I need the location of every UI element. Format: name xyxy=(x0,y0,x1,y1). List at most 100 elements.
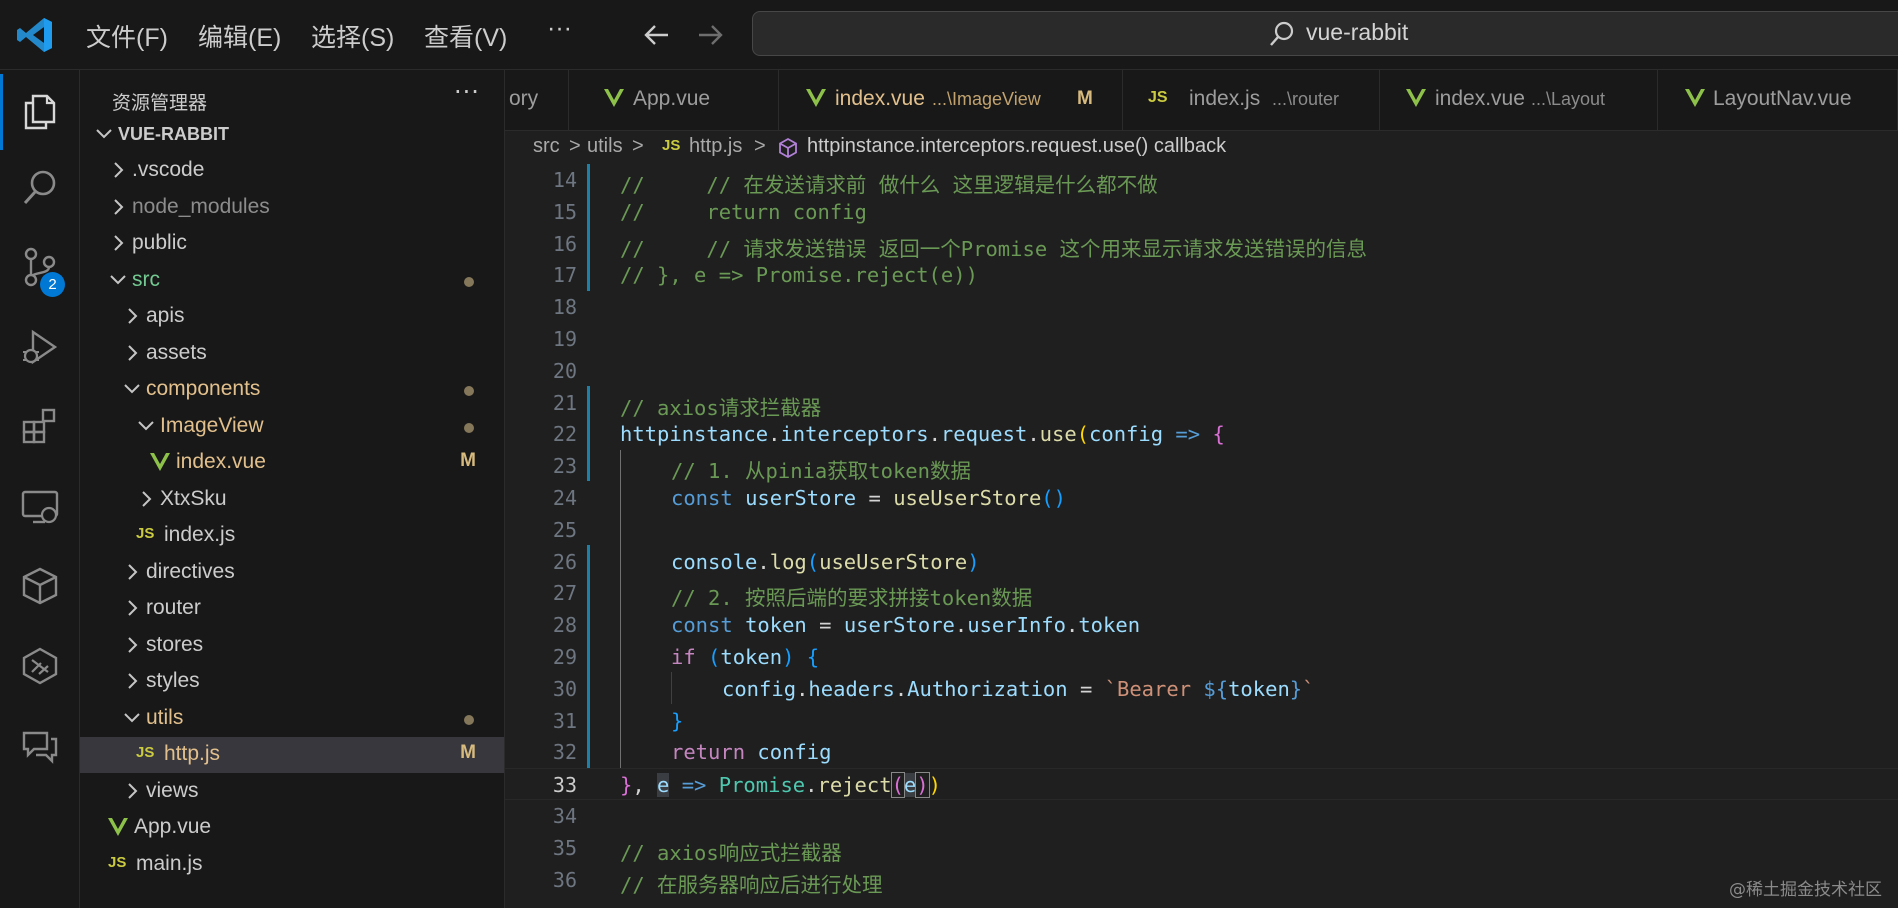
line-number: 17 xyxy=(552,263,577,288)
tree-folder-utils[interactable]: utils xyxy=(80,701,504,737)
tab-app-vue[interactable]: App.vue xyxy=(569,70,779,130)
tree-file-app-vue[interactable]: App.vue xyxy=(80,810,504,846)
explorer-root-folder[interactable]: VUE-RABBIT xyxy=(80,117,504,153)
tree-item-label: node_modules xyxy=(132,195,270,218)
code-token: console xyxy=(671,549,758,574)
tree-item-label: styles xyxy=(146,669,200,692)
line-number: 32 xyxy=(552,740,577,765)
run-debug-icon[interactable] xyxy=(19,326,61,368)
code-token: => xyxy=(669,773,719,798)
tree-folder-imageview[interactable]: ImageView xyxy=(80,409,504,445)
tree-file-http-js[interactable]: JS http.js M xyxy=(80,737,504,773)
tree-item-label: index.vue xyxy=(176,450,266,473)
tab-modified-flag: M xyxy=(1077,88,1093,109)
breadcrumb-symbol[interactable]: httpinstance.interceptors.request.use() … xyxy=(807,135,1226,158)
tree-item-label: index.js xyxy=(164,523,236,546)
code-token: ${ xyxy=(1203,676,1229,701)
chevron-right-icon xyxy=(114,199,124,215)
js-file-icon: JS xyxy=(136,744,155,761)
code-token: => xyxy=(1163,422,1213,447)
tree-folder-styles[interactable]: styles xyxy=(80,664,504,700)
tab-index-vue-imageview[interactable]: index.vue ...\ImageView M xyxy=(779,70,1123,130)
menu-file[interactable]: 文件(F) xyxy=(86,18,168,54)
tab-description: ...\router xyxy=(1272,89,1340,109)
tree-file-main-js[interactable]: JS main.js xyxy=(80,847,504,883)
breadcrumb-utils[interactable]: utils xyxy=(587,135,623,158)
code-line: // return config xyxy=(620,199,867,224)
vscode-logo-icon xyxy=(17,18,52,52)
tree-folder-src[interactable]: src xyxy=(80,263,504,299)
code-token: ( xyxy=(708,645,721,669)
tree-folder--vscode[interactable]: .vscode xyxy=(80,153,504,189)
code-line: httpinstance.interceptors.request.use(co… xyxy=(620,422,1225,446)
remote-explorer-icon[interactable] xyxy=(19,485,61,527)
menu-selection[interactable]: 选择(S) xyxy=(311,18,394,54)
tree-folder-node-modules[interactable]: node_modules xyxy=(80,190,504,226)
tree-item-label: http.js xyxy=(164,742,221,765)
tree-file-index-vue[interactable]: index.vue M xyxy=(80,445,504,481)
tree-folder-assets[interactable]: assets xyxy=(80,336,504,372)
breadcrumb-http-js[interactable]: http.js xyxy=(689,135,742,158)
active-indicator xyxy=(0,74,3,150)
line-number: 26 xyxy=(552,549,577,574)
command-center-search[interactable]: vue-rabbit xyxy=(752,11,1898,56)
chevron-right-icon xyxy=(128,783,138,799)
tab-history[interactable]: ory xyxy=(505,70,569,130)
tree-folder-router[interactable]: router xyxy=(80,591,504,627)
breadcrumb-separator: > xyxy=(569,135,581,157)
tab-label: index.vue xyxy=(1435,87,1525,110)
code-token: userInfo xyxy=(967,613,1066,638)
scm-count-badge: 2 xyxy=(40,272,65,297)
chat-icon[interactable] xyxy=(19,725,61,767)
breadcrumb-src[interactable]: src xyxy=(533,135,560,158)
tree-folder-views[interactable]: views xyxy=(80,774,504,810)
modified-dot xyxy=(464,715,474,725)
chevron-right-icon xyxy=(128,345,138,361)
tab-index-vue-layout[interactable]: index.vue ...\Layout xyxy=(1380,70,1658,130)
chevron-right-icon xyxy=(128,564,138,580)
tab-label: LayoutNav.vue xyxy=(1713,87,1852,110)
tab-label: App.vue xyxy=(633,87,711,110)
menu-view[interactable]: 查看(V) xyxy=(424,18,507,54)
chevron-down-icon xyxy=(124,713,140,723)
tab-index-js-router[interactable]: JS index.js ...\router xyxy=(1123,70,1380,130)
code-token: ( xyxy=(1041,486,1054,510)
chevron-right-icon xyxy=(128,673,138,689)
code-line: // // 在发送请求前 做什么 这里逻辑是什么都不做 xyxy=(620,173,1158,197)
tab-layoutnav-vue[interactable]: LayoutNav.vue xyxy=(1658,70,1898,130)
chevron-right-icon xyxy=(128,308,138,324)
code-token: httpinstance xyxy=(620,422,769,447)
code-token: reject xyxy=(817,773,892,798)
arrow-left-icon[interactable] xyxy=(642,20,672,50)
sidebar-more-button[interactable]: ··· xyxy=(454,78,480,106)
box-icon[interactable] xyxy=(19,565,61,607)
code-token: `Bearer xyxy=(1104,676,1204,701)
explorer-icon[interactable] xyxy=(19,90,61,132)
mcp-icon[interactable] xyxy=(19,645,61,687)
code-line: // 1. 从pinia获取token数据 xyxy=(671,459,971,484)
tree-folder-components[interactable]: components xyxy=(80,372,504,408)
tree-folder-xtxsku[interactable]: XtxSku xyxy=(80,482,504,518)
search-icon[interactable] xyxy=(19,166,61,208)
code-editor[interactable]: 14 // // 在发送请求前 做什么 这里逻辑是什么都不做 15 // retur… xyxy=(505,164,1898,908)
code-token: if xyxy=(671,645,696,669)
tab-description: ...\Layout xyxy=(1531,89,1606,109)
tree-item-label: ImageView xyxy=(160,414,264,437)
tree-folder-stores[interactable]: stores xyxy=(80,628,504,664)
tree-folder-public[interactable]: public xyxy=(80,226,504,262)
command-center-text: vue-rabbit xyxy=(1306,19,1409,45)
menu-edit[interactable]: 编辑(E) xyxy=(198,18,281,54)
menu-more[interactable]: ··· xyxy=(547,14,572,43)
code-token: . xyxy=(894,676,908,701)
tree-file-index-js[interactable]: JS index.js xyxy=(80,518,504,554)
chevron-down-icon xyxy=(110,275,126,285)
tree-folder-directives[interactable]: directives xyxy=(80,555,504,591)
arrow-right-icon[interactable] xyxy=(695,20,725,50)
tree-folder-apis[interactable]: apis xyxy=(80,299,504,335)
code-token: e xyxy=(657,773,670,798)
line-number: 36 xyxy=(552,867,577,892)
current-line: 33}, e => Promise.reject(e)) xyxy=(505,768,1898,800)
extensions-icon[interactable] xyxy=(19,405,61,447)
vue-file-icon xyxy=(806,89,826,107)
code-line: // }, e => Promise.reject(e)) xyxy=(620,263,978,288)
